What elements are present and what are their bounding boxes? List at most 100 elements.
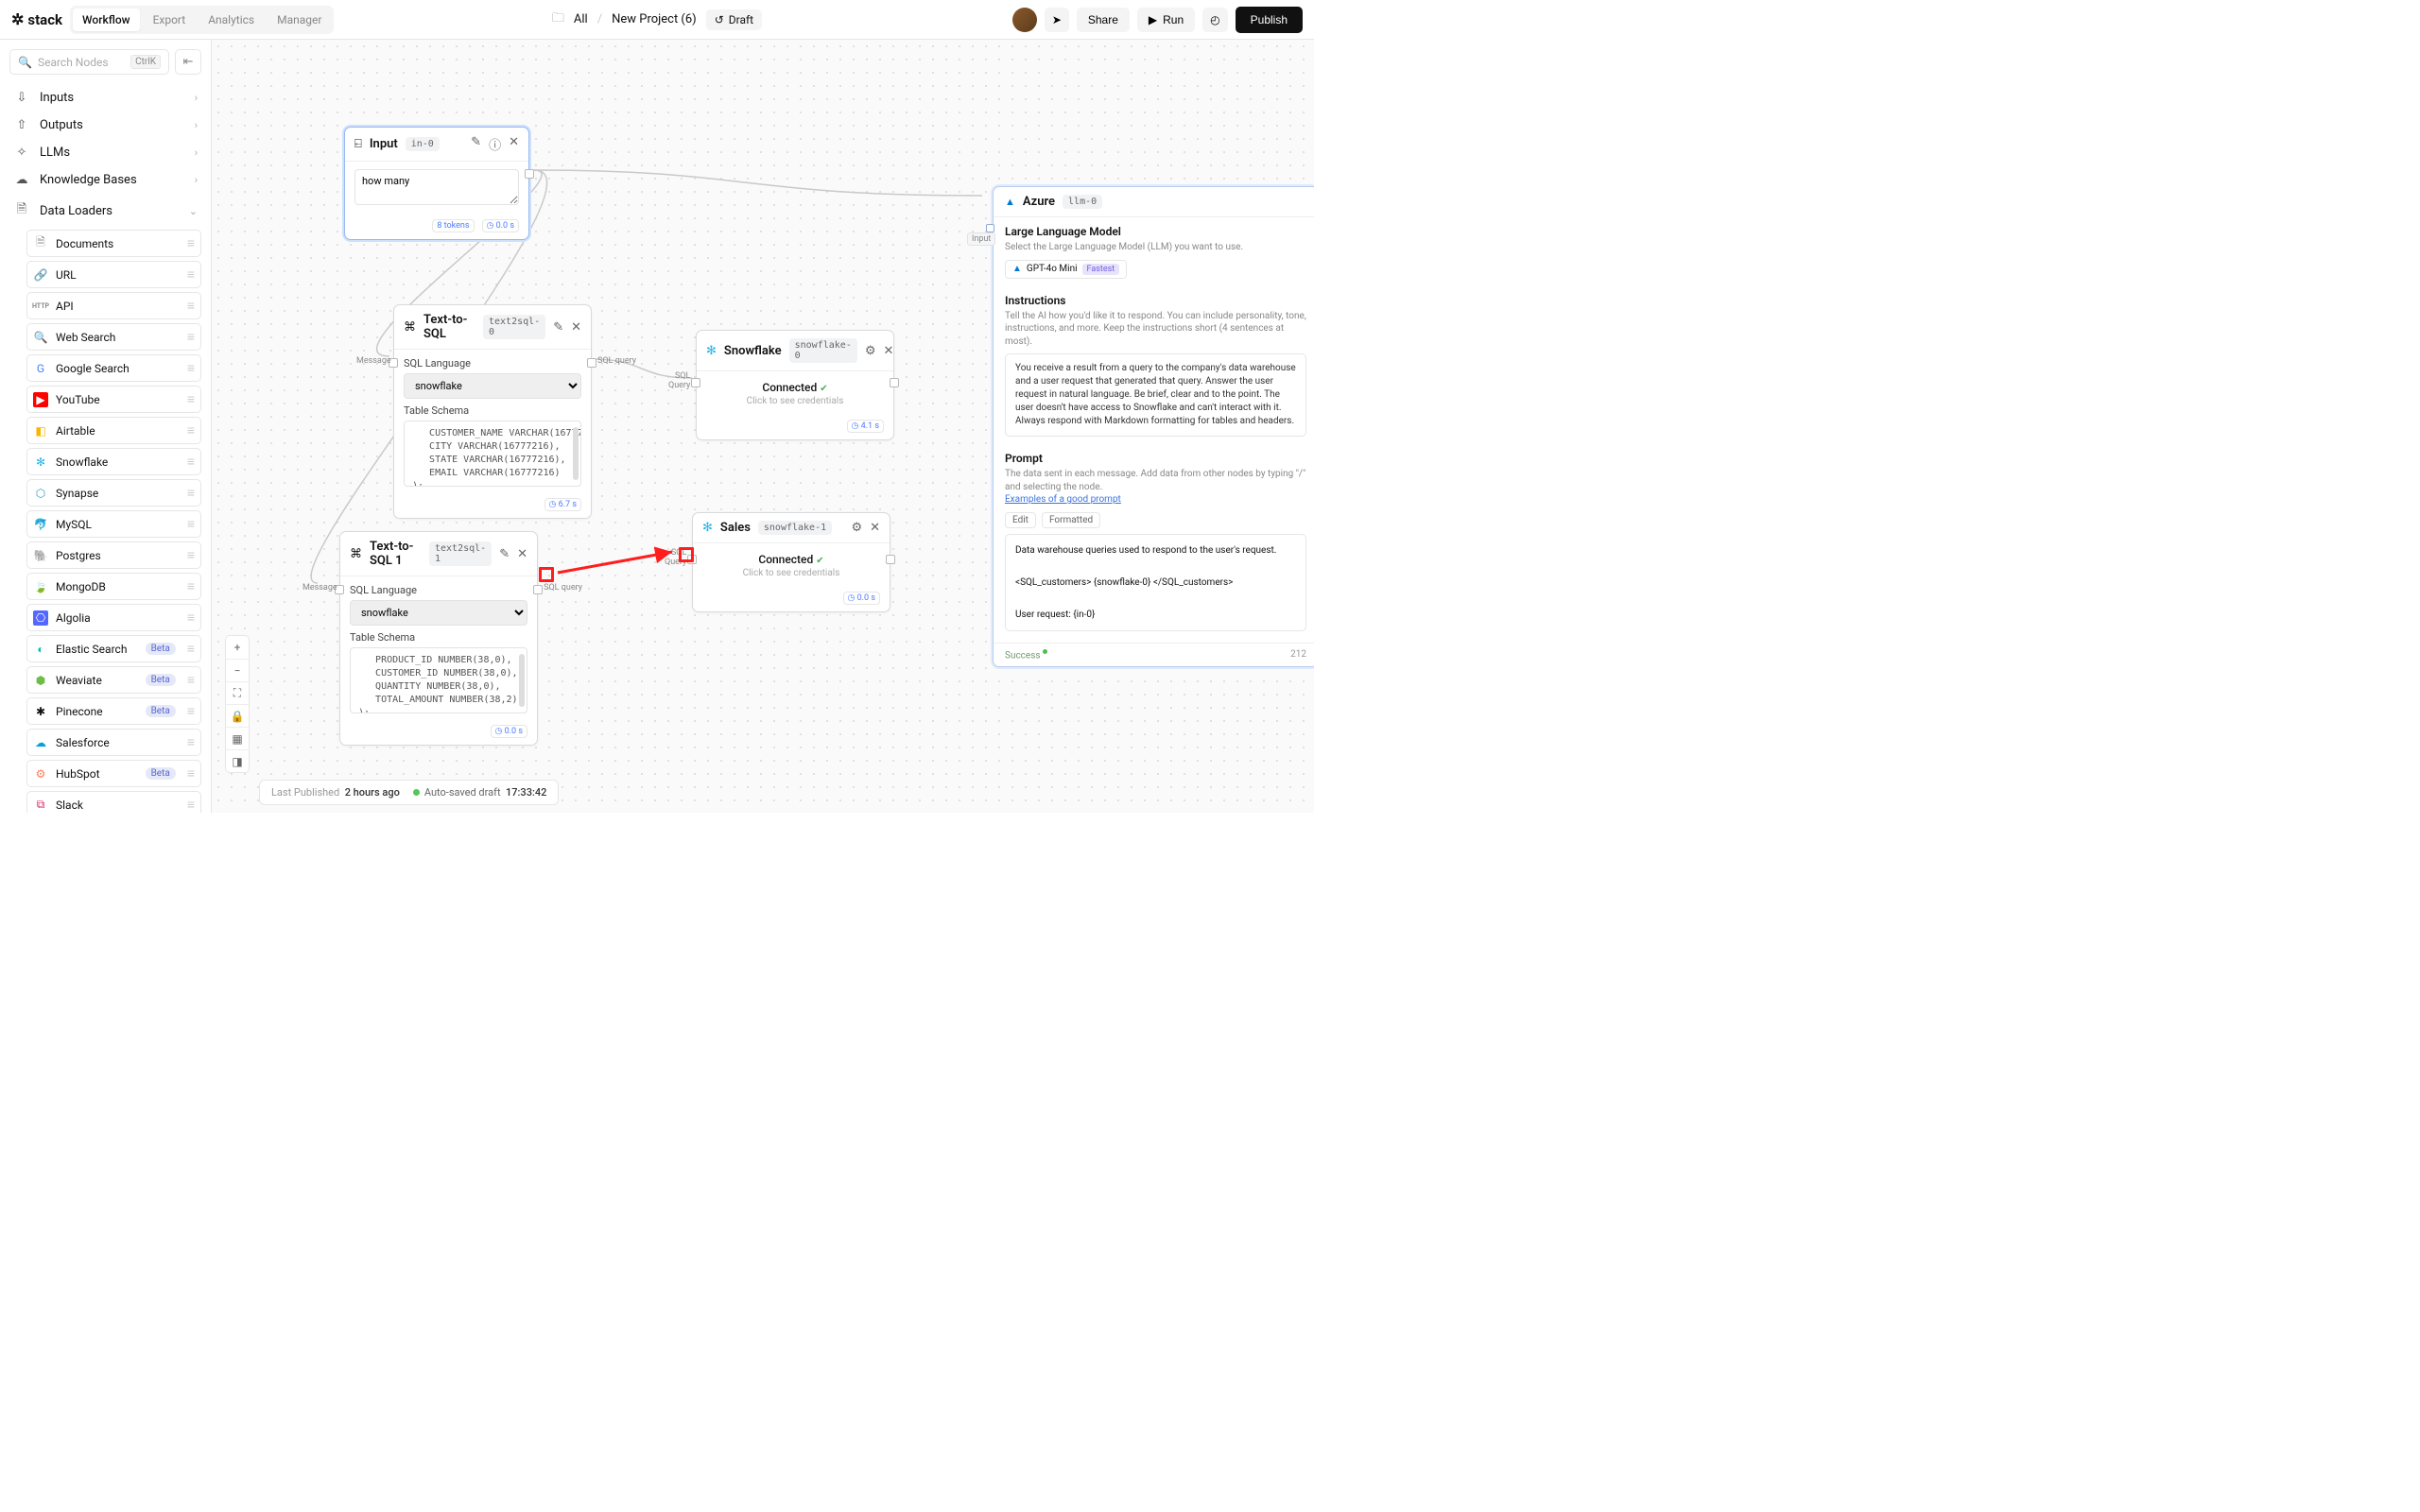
loader-item[interactable]: 🗎Documents≡ — [26, 230, 201, 257]
breadcrumb-project[interactable]: New Project (6) — [612, 12, 697, 26]
tab-export[interactable]: Export — [144, 9, 196, 31]
edit-tab[interactable]: Edit — [1005, 512, 1036, 528]
instructions-textarea[interactable]: You receive a result from a query to the… — [1005, 353, 1306, 437]
close-icon[interactable]: ✕ — [870, 521, 880, 535]
fit-button[interactable]: ⛶ — [226, 681, 249, 704]
drag-icon[interactable]: ≡ — [187, 298, 195, 314]
loader-item[interactable]: 🍃MongoDB≡ — [26, 573, 201, 600]
loader-item[interactable]: GGoogle Search≡ — [26, 354, 201, 382]
schema-textarea[interactable]: CUSTOMER_NAME VARCHAR(16777216), CITY VA… — [404, 421, 581, 487]
drag-icon[interactable]: ≡ — [187, 454, 195, 470]
node-azure[interactable]: Input ▲ Azure llm-0 Large Language Model… — [993, 186, 1314, 667]
drag-icon[interactable]: ≡ — [187, 266, 195, 283]
sql-language-select[interactable]: snowflake — [350, 600, 527, 626]
publish-button[interactable]: Publish — [1236, 7, 1303, 33]
drag-icon[interactable]: ≡ — [187, 329, 195, 345]
schema-textarea[interactable]: PRODUCT_ID NUMBER(38,0), CUSTOMER_ID NUM… — [350, 647, 527, 713]
drag-icon[interactable]: ≡ — [187, 610, 195, 626]
loader-item[interactable]: ◧Airtable≡ — [26, 417, 201, 444]
output-port[interactable] — [890, 378, 899, 387]
drag-icon[interactable]: ≡ — [187, 391, 195, 407]
loader-item[interactable]: ⚙HubSpotBeta≡ — [26, 760, 201, 787]
node-snowflake-1[interactable]: ✻ Sales snowflake-1 ⚙ ✕ Connected✔ Click… — [692, 512, 890, 612]
tab-manager[interactable]: Manager — [268, 9, 331, 31]
status-badge[interactable]: Connected✔ — [693, 553, 890, 566]
gear-icon[interactable]: ⚙ — [851, 521, 862, 535]
loader-item[interactable]: ☁Salesforce≡ — [26, 729, 201, 756]
node-text2sql-1[interactable]: ⌘ Text-to-SQL 1 text2sql-1 ✎ ✕ SQL Langu… — [339, 531, 538, 746]
loader-item[interactable]: 🔍Web Search≡ — [26, 323, 201, 351]
loader-item[interactable]: ✻Snowflake≡ — [26, 448, 201, 475]
drag-icon[interactable]: ≡ — [187, 516, 195, 532]
status-badge[interactable]: Connected✔ — [697, 381, 893, 394]
model-selector[interactable]: ▲ GPT-4o Mini Fastest — [1005, 260, 1127, 279]
breadcrumb-folder[interactable]: All — [574, 12, 588, 26]
sidebar-group-data-loaders[interactable]: 🗎 Data Loaders ⌄ — [0, 194, 211, 228]
loader-item[interactable]: ⎔Algolia≡ — [26, 604, 201, 631]
drag-icon[interactable]: ≡ — [187, 235, 195, 251]
collapse-sidebar-button[interactable]: ⇤ — [175, 49, 201, 75]
close-icon[interactable]: ✕ — [509, 135, 519, 153]
node-input[interactable]: ⍇ Input in-0 ✎ ⓘ ✕ 8 tokens ◷ 0.0 s — [344, 127, 529, 240]
drag-icon[interactable]: ≡ — [187, 641, 195, 657]
sidebar-group-outputs[interactable]: ⇧ Outputs › — [0, 112, 211, 139]
output-port[interactable] — [587, 358, 596, 368]
sidebar-group-kb[interactable]: ☁ Knowledge Bases › — [0, 166, 211, 194]
loader-item[interactable]: ⬡Synapse≡ — [26, 479, 201, 507]
info-icon[interactable]: ⓘ — [489, 135, 501, 153]
drag-icon[interactable]: ≡ — [187, 672, 195, 688]
loader-item[interactable]: HTTPAPI≡ — [26, 292, 201, 319]
run-button[interactable]: ▶ Run — [1137, 8, 1195, 32]
drag-icon[interactable]: ≡ — [187, 578, 195, 594]
loader-item[interactable]: ◐Elastic SearchBeta≡ — [26, 635, 201, 662]
node-text2sql-0[interactable]: ⌘ Text-to-SQL text2sql-0 ✎ ✕ SQL Languag… — [393, 304, 592, 519]
share-button[interactable]: Share — [1077, 8, 1130, 32]
output-port[interactable] — [525, 169, 534, 179]
edit-icon[interactable]: ✎ — [471, 135, 481, 153]
loader-item[interactable]: ⬢WeaviateBeta≡ — [26, 666, 201, 694]
loader-item[interactable]: ⧉Slack≡ — [26, 791, 201, 813]
grid-button[interactable]: ▦ — [226, 727, 249, 749]
loader-item[interactable]: ▶YouTube≡ — [26, 386, 201, 413]
sidebar-group-llms[interactable]: ✧ LLMs › — [0, 139, 211, 166]
input-textarea[interactable] — [354, 169, 519, 205]
drag-icon[interactable]: ≡ — [187, 547, 195, 563]
close-icon[interactable]: ✕ — [883, 344, 893, 358]
schedule-button[interactable]: ◴ — [1202, 8, 1227, 32]
cursor-button[interactable]: ➤ — [1045, 8, 1069, 32]
loader-item[interactable]: 🐬MySQL≡ — [26, 510, 201, 538]
lock-button[interactable]: 🔒 — [226, 704, 249, 727]
drag-icon[interactable]: ≡ — [187, 485, 195, 501]
input-port[interactable] — [691, 378, 700, 387]
formatted-tab[interactable]: Formatted — [1042, 512, 1100, 528]
sql-language-select[interactable]: snowflake — [404, 373, 581, 399]
tab-workflow[interactable]: Workflow — [73, 9, 140, 31]
loader-item[interactable]: 🐘Postgres≡ — [26, 541, 201, 569]
draft-badge[interactable]: ↺ Draft — [706, 9, 762, 30]
drag-icon[interactable]: ≡ — [187, 703, 195, 719]
minimap-button[interactable]: ◨ — [226, 749, 249, 772]
prompt-textarea[interactable]: Data warehouse queries used to respond t… — [1005, 534, 1306, 631]
search-input[interactable]: 🔍 Search Nodes CtrlK — [9, 49, 169, 75]
drag-icon[interactable]: ≡ — [187, 765, 195, 782]
close-icon[interactable]: ✕ — [517, 547, 527, 561]
edit-icon[interactable]: ✎ — [553, 320, 563, 335]
prompt-examples-link[interactable]: Examples of a good prompt — [1005, 494, 1121, 505]
input-port[interactable] — [986, 224, 994, 232]
drag-icon[interactable]: ≡ — [187, 734, 195, 750]
close-icon[interactable]: ✕ — [571, 320, 581, 335]
output-port[interactable] — [533, 585, 543, 594]
sidebar-group-inputs[interactable]: ⇩ Inputs › — [0, 84, 211, 112]
zoom-in-button[interactable]: + — [226, 636, 249, 659]
drag-icon[interactable]: ≡ — [187, 422, 195, 438]
drag-icon[interactable]: ≡ — [187, 360, 195, 376]
avatar[interactable] — [1012, 8, 1037, 32]
loader-item[interactable]: 🔗URL≡ — [26, 261, 201, 288]
canvas[interactable]: ⍇ Input in-0 ✎ ⓘ ✕ 8 tokens ◷ 0.0 s ⌘ Te… — [212, 40, 1314, 813]
drag-icon[interactable]: ≡ — [187, 797, 195, 813]
tab-analytics[interactable]: Analytics — [199, 9, 264, 31]
node-snowflake-0[interactable]: ✻ Snowflake snowflake-0 ⚙ ✕ Connected✔ C… — [696, 330, 894, 440]
gear-icon[interactable]: ⚙ — [865, 344, 876, 358]
loader-item[interactable]: ✱PineconeBeta≡ — [26, 697, 201, 725]
edit-icon[interactable]: ✎ — [499, 547, 510, 561]
